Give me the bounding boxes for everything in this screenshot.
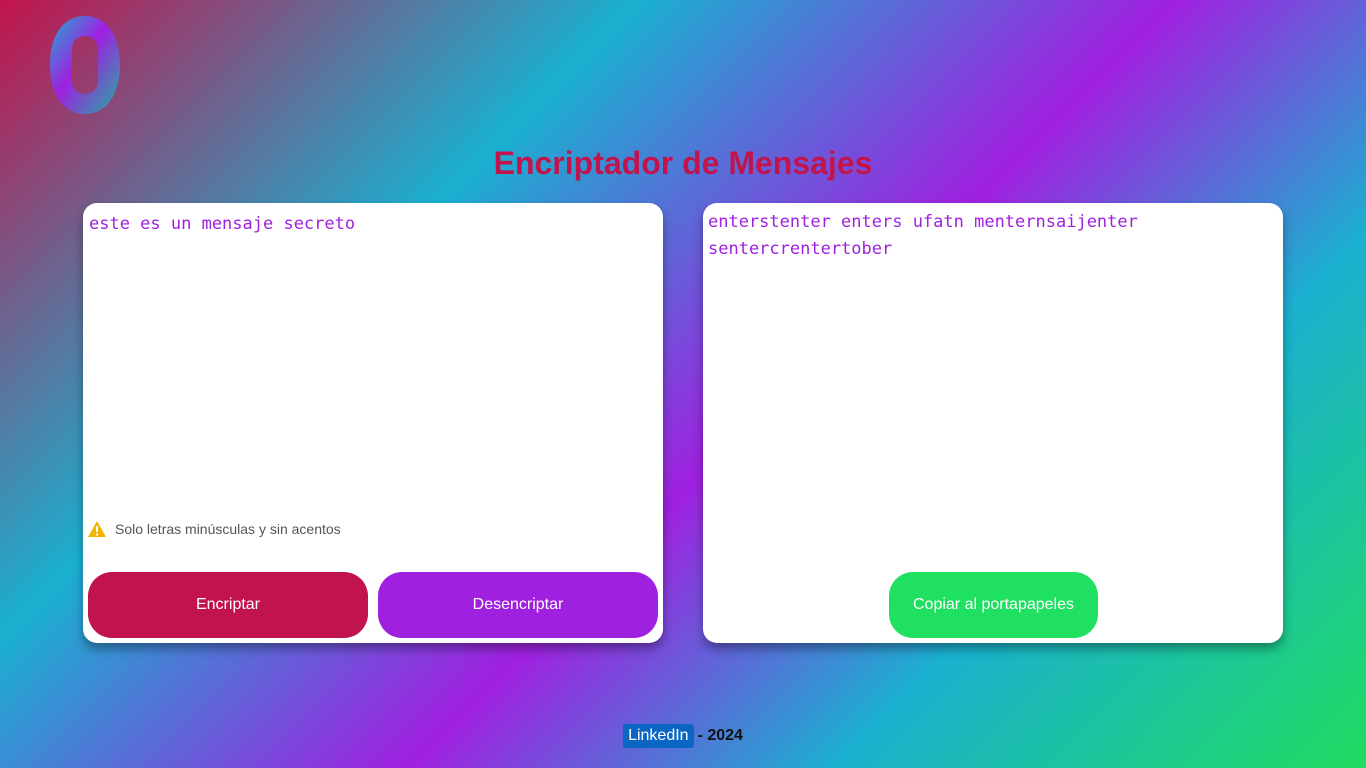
decrypt-button[interactable]: Desencriptar (378, 572, 658, 638)
copy-button[interactable]: Copiar al portapapeles (889, 572, 1098, 638)
message-input[interactable]: este es un mensaje secreto (89, 211, 655, 511)
hint-text: Solo letras minúsculas y sin acentos (115, 521, 341, 537)
input-hint: Solo letras minúsculas y sin acentos (88, 521, 341, 537)
output-panel: enterstenter enters ufatn menternsaijent… (703, 203, 1283, 643)
linkedin-link[interactable]: LinkedIn (623, 724, 694, 748)
encrypt-button[interactable]: Encriptar (88, 572, 368, 638)
output-text: enterstenter enters ufatn menternsaijent… (708, 212, 1138, 259)
page-title: Encriptador de Mensajes (493, 145, 873, 181)
logo-icon (50, 16, 120, 114)
footer: LinkedIn - 2024 (0, 724, 1366, 748)
input-panel: este es un mensaje secreto Solo letras m… (83, 203, 663, 643)
warning-icon (88, 521, 106, 537)
footer-year: - 2024 (697, 727, 743, 744)
